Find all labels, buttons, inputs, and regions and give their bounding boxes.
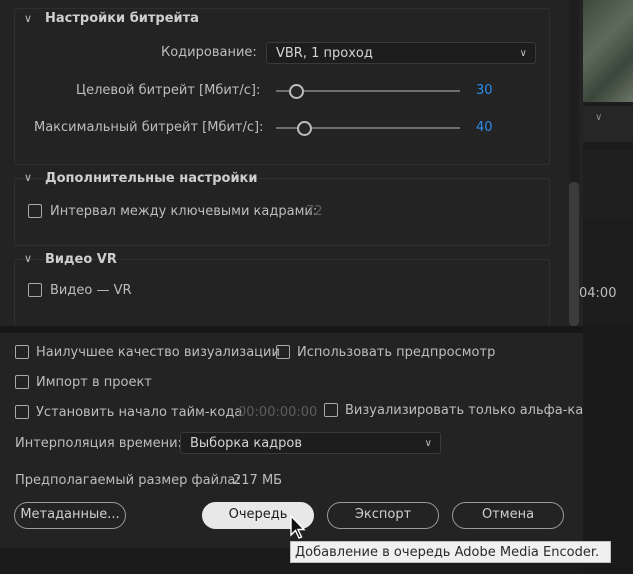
timeline-timecode: 04:00 bbox=[579, 286, 617, 301]
timeline-tracks-area bbox=[583, 326, 633, 574]
filesize-label: Предполагаемый размер файла: bbox=[15, 473, 240, 488]
alpha-only-checkbox[interactable] bbox=[324, 403, 338, 417]
start-timecode-checkbox[interactable] bbox=[15, 405, 29, 419]
keyframe-interval-checkbox[interactable] bbox=[28, 204, 42, 218]
video-preview-thumbnail bbox=[583, 0, 633, 102]
video-vr-label: Видео — VR bbox=[50, 283, 132, 298]
max-quality-label: Наилучшее качество визуализации bbox=[36, 345, 280, 360]
chevron-down-icon[interactable]: ∨ bbox=[21, 171, 35, 185]
import-project-checkbox[interactable] bbox=[15, 375, 29, 389]
time-interpolation-value: Выборка кадров bbox=[190, 436, 303, 451]
vr-section-title[interactable]: Видео VR bbox=[45, 252, 117, 267]
metadata-button[interactable]: Метаданные... bbox=[14, 502, 126, 529]
target-bitrate-value[interactable]: 30 bbox=[476, 83, 493, 98]
timeline-ruler bbox=[583, 150, 633, 220]
export-settings-dialog: ∨ Настройки битрейта Кодирование: VBR, 1… bbox=[0, 0, 583, 548]
settings-scrollbar-thumb[interactable] bbox=[569, 182, 579, 326]
queue-tooltip: Добавление в очередь Adobe Media Encoder… bbox=[290, 541, 611, 563]
timeline-track: 04:00 bbox=[579, 228, 633, 318]
timeline-strip: ∨ 04:00 bbox=[579, 0, 633, 574]
use-previews-label: Использовать предпросмотр bbox=[297, 345, 496, 360]
settings-scroll-panel: ∨ Настройки битрейта Кодирование: VBR, 1… bbox=[0, 0, 568, 326]
filesize-value: 217 МБ bbox=[233, 473, 283, 488]
time-interpolation-select[interactable]: Выборка кадров ∨ bbox=[180, 432, 441, 454]
start-timecode-label: Установить начало тайм-кода bbox=[36, 405, 243, 420]
chevron-down-icon[interactable]: ∨ bbox=[595, 112, 602, 123]
target-bitrate-slider-thumb[interactable] bbox=[289, 84, 304, 99]
panel-divider bbox=[0, 326, 583, 333]
chevron-down-icon[interactable]: ∨ bbox=[21, 12, 35, 26]
time-interpolation-label: Интерполяция времени: bbox=[15, 436, 182, 451]
max-bitrate-value[interactable]: 40 bbox=[476, 120, 493, 135]
chevron-down-icon[interactable]: ∨ bbox=[21, 252, 35, 266]
encoding-select[interactable]: VBR, 1 проход ∨ bbox=[266, 42, 536, 64]
export-button[interactable]: Экспорт bbox=[327, 502, 439, 529]
keyframe-interval-label: Интервал между ключевыми кадрами: bbox=[50, 204, 318, 219]
video-vr-checkbox[interactable] bbox=[28, 283, 42, 297]
timeline-controls: ∨ bbox=[583, 106, 633, 142]
encoding-label: Кодирование: bbox=[161, 45, 257, 60]
start-timecode-value[interactable]: 00:00:00:00 bbox=[238, 405, 317, 420]
chevron-down-icon: ∨ bbox=[424, 438, 432, 449]
encoding-select-value: VBR, 1 проход bbox=[276, 46, 373, 61]
max-bitrate-label: Максимальный битрейт [Мбит/с]: bbox=[34, 120, 264, 135]
use-previews-checkbox[interactable] bbox=[276, 345, 290, 359]
alpha-only-label: Визуализировать только альфа-кана bbox=[345, 403, 583, 418]
mouse-cursor-icon bbox=[290, 515, 306, 539]
advanced-section-title[interactable]: Дополнительные настройки bbox=[45, 171, 257, 186]
max-bitrate-slider-thumb[interactable] bbox=[297, 121, 312, 136]
import-project-label: Импорт в проект bbox=[36, 375, 152, 390]
max-quality-checkbox[interactable] bbox=[15, 345, 29, 359]
bitrate-section-title[interactable]: Настройки битрейта bbox=[45, 11, 199, 26]
keyframe-interval-value[interactable]: 72 bbox=[306, 204, 323, 219]
target-bitrate-label: Целевой битрейт [Мбит/с]: bbox=[76, 83, 261, 98]
chevron-down-icon: ∨ bbox=[519, 48, 527, 59]
cancel-button[interactable]: Отмена bbox=[452, 502, 564, 529]
